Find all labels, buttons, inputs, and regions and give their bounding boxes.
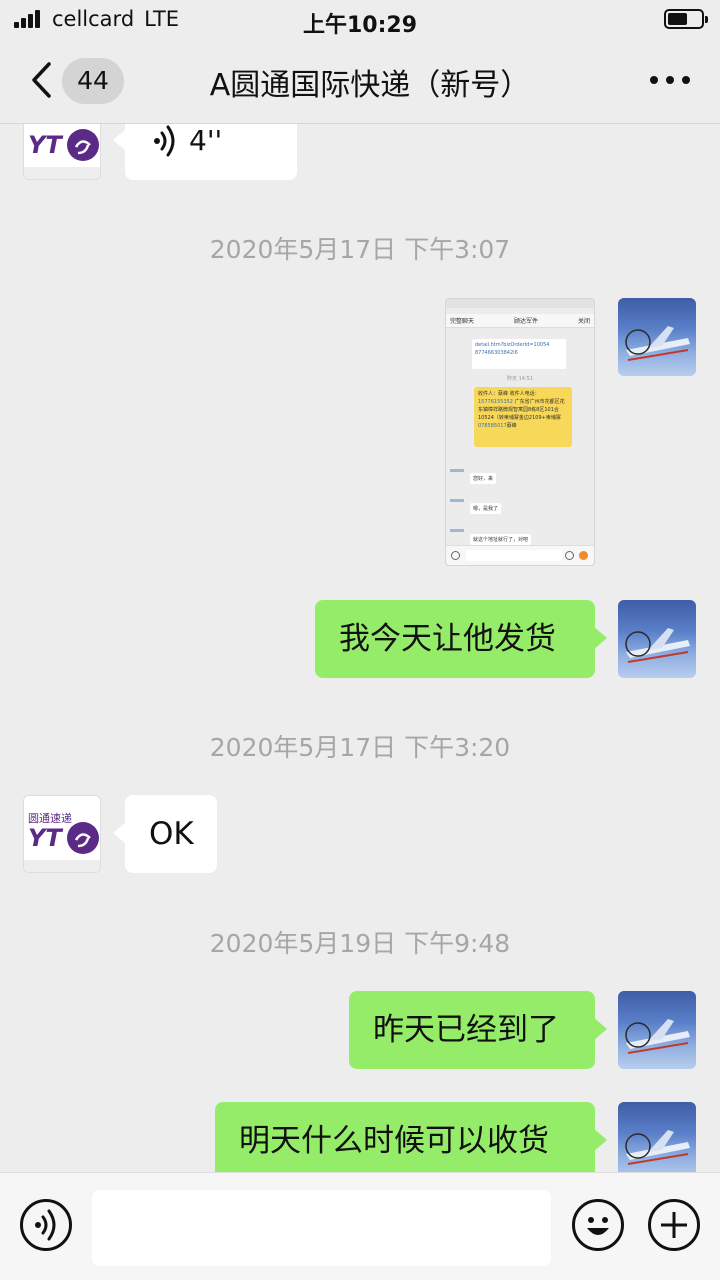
timestamp-label: 2020年5月17日 下午3:07 <box>209 235 511 264</box>
emoji-button[interactable] <box>572 1199 624 1251</box>
yto-logo-icon: 圆通速递 YT <box>24 796 100 872</box>
my-avatar[interactable] <box>618 600 696 678</box>
plus-icon <box>661 1212 687 1238</box>
more-dots-icon <box>650 76 658 84</box>
contact-avatar[interactable]: YT <box>23 124 101 180</box>
outgoing-message-bubble[interactable]: 明天什么时候可以收货 <box>215 1102 607 1172</box>
chat-header: 44 A圆通国际快递（新号） <box>0 40 720 124</box>
plane-photo-icon <box>625 1130 690 1165</box>
voice-input-button[interactable] <box>20 1199 72 1251</box>
my-avatar[interactable] <box>618 991 696 1069</box>
emoji-icon <box>587 1217 609 1235</box>
my-avatar[interactable] <box>618 298 696 376</box>
voice-icon <box>35 1209 56 1241</box>
timestamp-label: 2020年5月17日 下午3:20 <box>209 733 511 762</box>
more-actions-button[interactable] <box>648 1199 700 1251</box>
message-input[interactable] <box>92 1190 551 1266</box>
input-bar <box>0 1172 720 1280</box>
outgoing-message-bubble[interactable]: 昨天已经到了 <box>349 991 607 1069</box>
back-button[interactable] <box>22 60 62 100</box>
svg-text:YT: YT <box>28 131 63 159</box>
contact-avatar[interactable]: 圆通速递 YT <box>23 795 101 873</box>
outgoing-message-bubble[interactable]: 我今天让他发货 <box>315 600 607 678</box>
image-message[interactable]: 完整聊天 顾达军件 关闭 detail.htm?bizOrderId=10054… <box>445 298 595 566</box>
status-bar: cellcard LTE 上午10:29 <box>0 0 720 40</box>
battery-icon <box>664 9 708 29</box>
plane-photo-icon <box>625 1019 690 1054</box>
status-time: 上午10:29 <box>302 13 418 38</box>
more-button[interactable] <box>650 70 690 90</box>
voice-wave-icon <box>154 125 175 157</box>
plane-photo-icon <box>625 628 690 663</box>
incoming-message-bubble[interactable]: OK <box>113 795 217 873</box>
message-list[interactable]: YT 4'' 2020年5月17日 下午3:07 完整聊天 顾达军件 关闭 de… <box>0 124 720 1172</box>
voice-duration: 4'' <box>189 124 223 157</box>
timestamp-label: 2020年5月19日 下午9:48 <box>209 929 511 958</box>
yto-logo-icon: YT <box>24 124 100 179</box>
svg-text:YT: YT <box>28 824 63 852</box>
unread-count-badge[interactable]: 44 <box>62 58 124 104</box>
svg-text:圆通速递: 圆通速递 <box>28 811 72 825</box>
my-avatar[interactable] <box>618 1102 696 1172</box>
chevron-left-icon <box>32 62 51 98</box>
chat-title: A圆通国际快递（新号） <box>209 68 531 103</box>
voice-message-bubble[interactable]: 4'' <box>113 124 297 180</box>
plane-photo-icon <box>625 326 690 361</box>
